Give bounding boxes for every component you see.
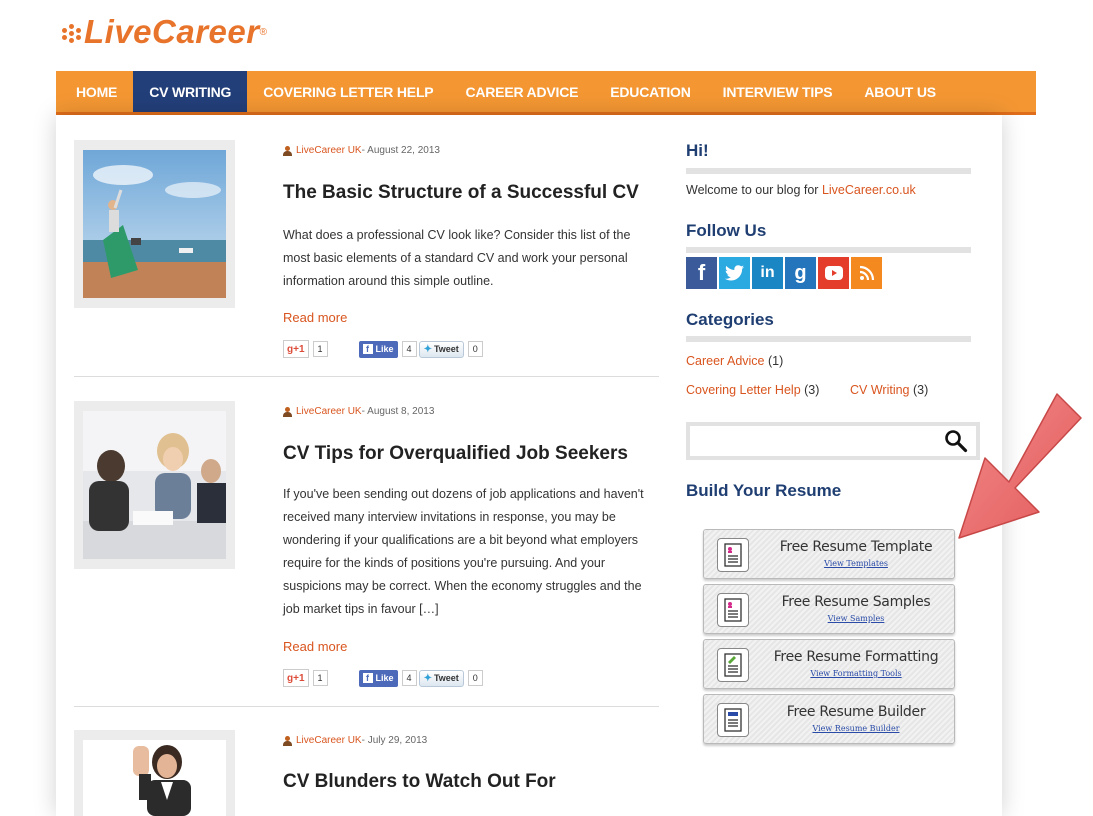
free-resume-builder-button[interactable]: Free Resume Builder View Resume Builder: [703, 694, 955, 744]
post-meta: LiveCareer UK - August 8, 2013: [283, 406, 434, 417]
post-thumbnail[interactable]: [74, 730, 235, 816]
sidebar-heading-hi: Hi!: [686, 141, 709, 160]
post-title[interactable]: The Basic Structure of a Successful CV: [283, 182, 639, 204]
heading-underline: [686, 336, 971, 342]
category-item: Career Advice (1): [686, 354, 784, 368]
tweet-count: 0: [467, 670, 483, 686]
sidebar-heading-categories: Categories: [686, 310, 774, 329]
main-navigation: HOME CV WRITING COVERING LETTER HELP CAR…: [56, 71, 1036, 115]
nav-item-home[interactable]: HOME: [56, 71, 133, 112]
category-covering-letter-link[interactable]: Covering Letter Help: [686, 383, 801, 397]
livecareer-link[interactable]: LiveCareer.co.uk: [822, 183, 916, 197]
post-date: - August 8, 2013: [361, 406, 435, 417]
view-templates-link[interactable]: View Templates: [762, 559, 950, 568]
resume-button-title: Free Resume Template: [779, 539, 933, 555]
linkedin-icon[interactable]: in: [752, 257, 783, 289]
search-box: [686, 422, 980, 460]
free-resume-samples-button[interactable]: Free Resume Samples View Samples: [703, 584, 955, 634]
twitter-bird-icon: ✦: [423, 343, 432, 355]
post-thumbnail[interactable]: [74, 401, 235, 569]
heading-underline: [686, 247, 971, 253]
logo-text: LiveCareer: [84, 13, 260, 50]
post-meta: LiveCareer UK - August 22, 2013: [283, 145, 440, 156]
facebook-icon[interactable]: f: [686, 257, 717, 289]
pointer-arrow-icon: [958, 393, 1082, 539]
category-career-advice-link[interactable]: Career Advice: [686, 354, 765, 368]
tweet-button[interactable]: ✦ Tweet: [418, 669, 464, 687]
logo-registered: ®: [259, 26, 267, 38]
rss-icon[interactable]: [851, 257, 882, 289]
welcome-text: Welcome to our blog for LiveCareer.co.uk: [686, 183, 916, 197]
heading-underline: [686, 168, 971, 174]
google-plus-count: 1: [312, 670, 328, 686]
post-excerpt: If you've been sending out dozens of job…: [283, 487, 644, 616]
share-buttons: g +1 1 f Like 4 ✦ Tweet 0: [283, 340, 483, 358]
nav-item-about-us[interactable]: ABOUT US: [848, 71, 952, 112]
nav-item-covering-letter-help[interactable]: COVERING LETTER HELP: [247, 71, 449, 112]
like-count: 4: [401, 670, 417, 686]
post-date: - July 29, 2013: [361, 735, 428, 746]
social-links: f in g: [686, 257, 882, 289]
tweet-count: 0: [467, 341, 483, 357]
author-icon: [283, 406, 292, 417]
author-icon: [283, 145, 292, 156]
post-title[interactable]: CV Tips for Overqualified Job Seekers: [283, 443, 628, 465]
resume-document-icon: [717, 648, 749, 682]
google-plus-button[interactable]: g +1: [283, 340, 309, 358]
facebook-icon: f: [362, 344, 373, 354]
twitter-icon[interactable]: [719, 257, 750, 289]
sidebar-heading-follow: Follow Us: [686, 221, 767, 240]
facebook-icon: f: [362, 673, 373, 683]
resume-button-title: Free Resume Samples: [781, 594, 931, 610]
resume-document-icon: [717, 593, 749, 627]
free-resume-template-button[interactable]: Free Resume Template View Templates: [703, 529, 955, 579]
post-title[interactable]: CV Blunders to Watch Out For: [283, 771, 556, 793]
like-count: 4: [401, 341, 417, 357]
post-divider: [74, 376, 659, 377]
post-excerpt: What does a professional CV look like? C…: [283, 228, 631, 288]
search-input[interactable]: [690, 426, 976, 456]
sidebar-heading-build-resume: Build Your Resume: [686, 481, 842, 500]
beach-laptop-image: [83, 150, 226, 298]
facebook-like-button[interactable]: f Like: [358, 669, 398, 687]
category-item: Covering Letter Help (3): [686, 383, 820, 397]
resume-button-title: Free Resume Builder: [786, 704, 926, 720]
post-author-link[interactable]: LiveCareer UK: [296, 735, 362, 746]
view-samples-link[interactable]: View Samples: [762, 614, 950, 623]
post-author-link[interactable]: LiveCareer UK: [296, 145, 362, 156]
post-author-link[interactable]: LiveCareer UK: [296, 406, 362, 417]
category-cv-writing-link[interactable]: CV Writing: [850, 383, 910, 397]
nav-item-interview-tips[interactable]: INTERVIEW TIPS: [707, 71, 849, 112]
stop-hand-woman-image: [83, 740, 226, 816]
nav-item-cv-writing[interactable]: CV WRITING: [133, 71, 248, 112]
post-meta: LiveCareer UK - July 29, 2013: [283, 735, 427, 746]
nav-item-career-advice[interactable]: CAREER ADVICE: [449, 71, 594, 112]
google-plus-icon[interactable]: g: [785, 257, 816, 289]
post-thumbnail[interactable]: [74, 140, 235, 308]
read-more-link[interactable]: Read more: [283, 639, 347, 654]
post-divider: [74, 706, 659, 707]
google-plus-count: 1: [312, 341, 328, 357]
view-resume-builder-link[interactable]: View Resume Builder: [762, 724, 950, 733]
post-date: - August 22, 2013: [361, 145, 440, 156]
category-item: CV Writing (3): [850, 383, 929, 397]
office-meeting-image: [83, 411, 226, 559]
share-buttons: g +1 1 f Like 4 ✦ Tweet 0: [283, 669, 483, 687]
view-formatting-tools-link[interactable]: View Formatting Tools: [762, 669, 950, 678]
nav-item-education[interactable]: EDUCATION: [594, 71, 706, 112]
free-resume-formatting-button[interactable]: Free Resume Formatting View Formatting T…: [703, 639, 955, 689]
youtube-icon[interactable]: [818, 257, 849, 289]
facebook-like-button[interactable]: f Like: [358, 340, 398, 358]
logo-dots-icon: [60, 19, 82, 45]
livecareer-logo[interactable]: LiveCareer ®: [60, 13, 267, 50]
read-more-link[interactable]: Read more: [283, 310, 347, 325]
resume-document-icon: [717, 703, 749, 737]
tweet-button[interactable]: ✦ Tweet: [418, 340, 464, 358]
resume-document-icon: [717, 538, 749, 572]
author-icon: [283, 735, 292, 746]
google-plus-button[interactable]: g +1: [283, 669, 309, 687]
twitter-bird-icon: ✦: [423, 672, 432, 684]
resume-button-title: Free Resume Formatting: [773, 649, 939, 665]
